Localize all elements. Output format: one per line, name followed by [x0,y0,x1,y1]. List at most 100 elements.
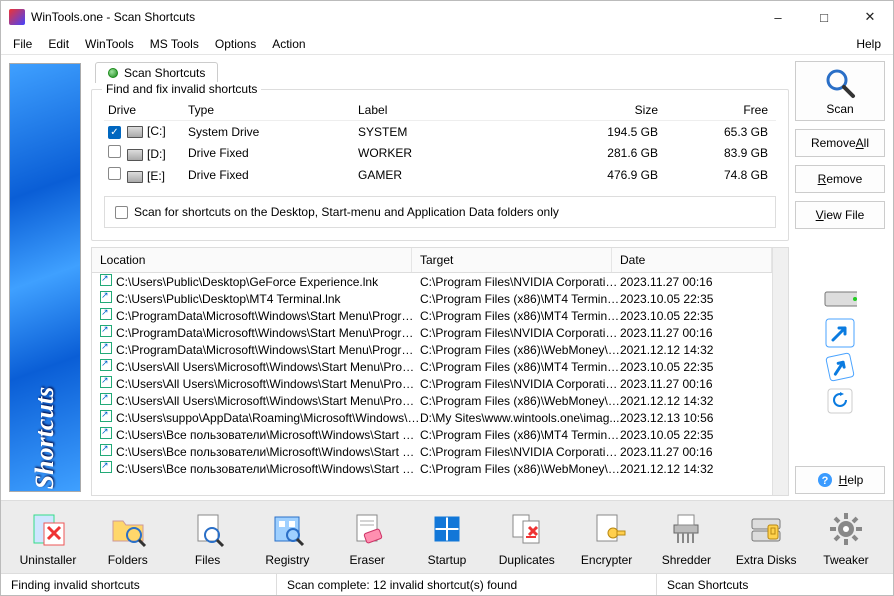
results-list[interactable]: C:\Users\Public\Desktop\GeForce Experien… [92,273,772,495]
results-header-target[interactable]: Target [412,248,612,272]
decor-icons [795,241,885,458]
shortcut-file-icon [100,410,112,422]
drive-header-drive: Drive [108,103,188,117]
drive-row[interactable]: [E:]Drive FixedGAMER476.9 GB74.8 GB [104,164,776,186]
menu-edit[interactable]: Edit [40,35,77,53]
startup-icon [427,509,467,549]
drive-checkbox[interactable] [108,167,121,180]
recycle-bin-icon [823,387,857,415]
menubar: File Edit WinTools MS Tools Options Acti… [1,33,893,55]
window-controls: – □ ✕ [755,1,893,33]
tool-encrypter[interactable]: Encrypter [570,509,644,567]
drive-header-label: Label [358,103,538,117]
minimize-button[interactable]: – [755,1,801,33]
result-row[interactable]: C:\Users\All Users\Microsoft\Windows\Sta… [92,375,772,392]
result-row[interactable]: C:\Users\Все пользователи\Microsoft\Wind… [92,426,772,443]
status-right: Scan Shortcuts [657,574,893,595]
drive-name: [E:] [147,169,165,183]
tool-extradisks[interactable]: Extra Disks [729,509,803,567]
tool-eraser[interactable]: Eraser [330,509,404,567]
drive-volume-icon [127,171,143,183]
drive-row[interactable]: [D:]Drive FixedWORKER281.6 GB83.9 GB [104,142,776,164]
tool-shredder[interactable]: Shredder [649,509,723,567]
result-date: 2023.11.27 00:16 [620,377,764,391]
menu-wintools[interactable]: WinTools [77,35,142,53]
tool-label: Uninstaller [20,553,77,567]
result-location: C:\ProgramData\Microsoft\Windows\Start M… [116,343,420,357]
result-row[interactable]: C:\ProgramData\Microsoft\Windows\Start M… [92,324,772,341]
results-header-date[interactable]: Date [612,248,772,272]
drive-checkbox[interactable]: ✓ [108,126,121,139]
tool-uninstaller[interactable]: Uninstaller [11,509,85,567]
drive-checkbox[interactable] [108,145,121,158]
drive-header-size: Size [538,103,658,117]
tab-scan-shortcuts[interactable]: Scan Shortcuts [95,62,218,83]
result-row[interactable]: C:\ProgramData\Microsoft\Windows\Start M… [92,341,772,358]
close-button[interactable]: ✕ [847,1,893,33]
result-location: C:\Users\All Users\Microsoft\Windows\Sta… [116,394,420,408]
tool-registry[interactable]: Registry [250,509,324,567]
shortcut-file-icon [100,393,112,405]
tool-label: Shredder [662,553,711,567]
drive-size: 281.6 GB [538,146,658,160]
result-row[interactable]: C:\Users\Все пользователи\Microsoft\Wind… [92,443,772,460]
menu-help[interactable]: Help [848,35,889,53]
tool-files[interactable]: Files [171,509,245,567]
menu-action[interactable]: Action [264,35,313,53]
drive-type: Drive Fixed [188,168,358,182]
results-scrollbar[interactable] [772,248,788,495]
drive-row[interactable]: ✓[C:]System DriveSYSTEM194.5 GB65.3 GB [104,121,776,142]
results-panel: Location Target Date C:\Users\Public\Des… [91,247,789,496]
drive-header-type: Type [188,103,358,117]
drive-name: [C:] [147,124,166,138]
shortcut-file-icon [100,291,112,303]
tool-folders[interactable]: Folders [91,509,165,567]
drive-label: WORKER [358,146,538,160]
tool-label: Eraser [350,553,385,567]
result-location: C:\Users\suppo\AppData\Roaming\Microsoft… [116,411,420,425]
result-location: C:\Users\All Users\Microsoft\Windows\Sta… [116,360,420,374]
window-title: WinTools.one - Scan Shortcuts [31,10,755,24]
result-row[interactable]: C:\Users\Все пользователи\Microsoft\Wind… [92,460,772,477]
view-file-button[interactable]: View File [795,201,885,229]
folders-icon [108,509,148,549]
duplicates-icon [507,509,547,549]
results-header-location[interactable]: Location [92,248,412,272]
tool-tweaker[interactable]: Tweaker [809,509,883,567]
menu-file[interactable]: File [5,35,40,53]
scan-scope-label: Scan for shortcuts on the Desktop, Start… [134,205,559,219]
drive-icon [823,285,857,313]
scan-button[interactable]: Scan [795,61,885,121]
remove-button[interactable]: Remove [795,165,885,193]
drive-size: 194.5 GB [538,125,658,139]
result-row[interactable]: C:\Users\All Users\Microsoft\Windows\Sta… [92,392,772,409]
maximize-button[interactable]: □ [801,1,847,33]
menu-mstools[interactable]: MS Tools [142,35,207,53]
result-date: 2023.12.13 10:56 [620,411,764,425]
result-date: 2023.10.05 22:35 [620,360,764,374]
result-row[interactable]: C:\Users\suppo\AppData\Roaming\Microsoft… [92,409,772,426]
drive-label: SYSTEM [358,125,538,139]
tool-label: Duplicates [499,553,555,567]
result-row[interactable]: C:\Users\Public\Desktop\MT4 Terminal.lnk… [92,290,772,307]
scan-scope-option[interactable]: Scan for shortcuts on the Desktop, Start… [104,196,776,228]
result-date: 2023.10.05 22:35 [620,428,764,442]
tool-duplicates[interactable]: Duplicates [490,509,564,567]
menu-options[interactable]: Options [207,35,264,53]
result-row[interactable]: C:\Users\All Users\Microsoft\Windows\Sta… [92,358,772,375]
tool-label: Extra Disks [736,553,797,567]
tab-strip: Scan Shortcuts [89,59,791,83]
shortcut-file-icon [100,359,112,371]
scan-scope-checkbox[interactable] [115,206,128,219]
tab-status-icon [108,68,118,78]
tool-startup[interactable]: Startup [410,509,484,567]
result-location: C:\ProgramData\Microsoft\Windows\Start M… [116,326,420,340]
result-row[interactable]: C:\ProgramData\Microsoft\Windows\Start M… [92,307,772,324]
remove-all-button[interactable]: Remove All [795,129,885,157]
files-icon [188,509,228,549]
result-row[interactable]: C:\Users\Public\Desktop\GeForce Experien… [92,273,772,290]
status-center: Scan complete: 12 invalid shortcut(s) fo… [277,574,657,595]
help-button[interactable]: ? Help [795,466,885,494]
result-target: C:\Program Files\NVIDIA Corporatio... [420,445,620,459]
shortcut-file-icon [100,427,112,439]
